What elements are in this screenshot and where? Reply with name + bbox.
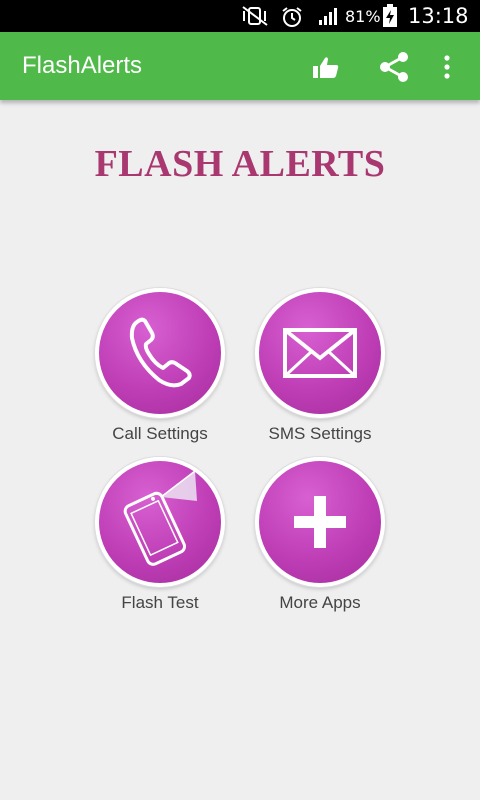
phone-icon xyxy=(129,317,192,388)
phone-flash-icon xyxy=(123,470,197,566)
more-apps-label: More Apps xyxy=(279,593,361,612)
flash-test-tile[interactable]: Flash Test xyxy=(80,457,240,613)
more-apps-tile[interactable]: More Apps xyxy=(240,457,400,613)
flash-test-label: Flash Test xyxy=(121,593,199,612)
mute-vibrate-icon xyxy=(242,6,268,26)
battery-percent: 81% xyxy=(345,7,381,26)
call-settings-label: Call Settings xyxy=(112,424,208,443)
sms-settings-button[interactable] xyxy=(255,288,385,418)
envelope-icon xyxy=(283,328,357,378)
app-title: FlashAlerts xyxy=(22,52,143,79)
alarm-icon xyxy=(282,7,302,27)
overflow-menu-icon[interactable] xyxy=(441,54,453,80)
status-bar: 81% 13:18 xyxy=(0,0,480,32)
call-settings-tile[interactable]: Call Settings xyxy=(80,288,240,444)
sms-settings-tile[interactable]: SMS Settings xyxy=(240,288,400,444)
battery-charging-icon xyxy=(383,4,397,27)
flash-test-button[interactable] xyxy=(95,457,225,587)
more-apps-button[interactable] xyxy=(255,457,385,587)
share-icon[interactable] xyxy=(377,50,411,84)
thumbs-up-icon[interactable] xyxy=(312,55,340,79)
sms-settings-label: SMS Settings xyxy=(268,424,372,443)
app-bar: FlashAlerts xyxy=(0,32,480,100)
status-clock: 13:18 xyxy=(408,4,469,28)
signal-icon xyxy=(319,8,337,25)
plus-icon xyxy=(294,496,346,548)
page-heading: FLASH ALERTS xyxy=(94,143,386,185)
call-settings-button[interactable] xyxy=(95,288,225,418)
